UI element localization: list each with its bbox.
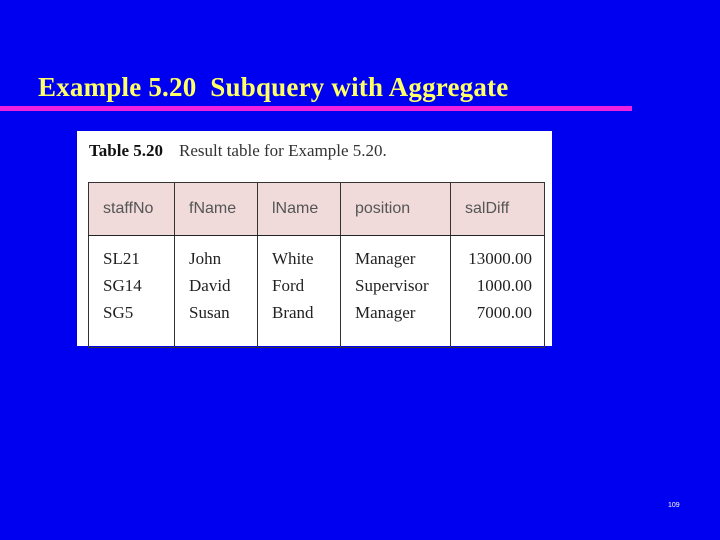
table-cell: White xyxy=(272,249,314,268)
column-header-fname: fName xyxy=(174,182,258,236)
table-cell: Brand xyxy=(272,303,314,322)
table-cell: SG14 xyxy=(103,276,142,295)
column-header-position: position xyxy=(340,182,451,236)
table-cell: Supervisor xyxy=(355,276,429,295)
page-number: 109 xyxy=(668,502,680,509)
column-fname-values: John David Susan xyxy=(174,235,258,348)
table-cell: 13000.00 xyxy=(468,249,532,268)
column-saldiff-values: 13000.00 1000.00 7000.00 xyxy=(450,235,545,348)
column-header-lname: lName xyxy=(257,182,341,236)
table-cell: Manager xyxy=(355,249,416,268)
column-header-saldiff: salDiff xyxy=(450,182,545,236)
table-caption-label: Table 5.20 xyxy=(89,141,164,160)
column-staffno-values: SL21 SG14 SG5 xyxy=(88,235,175,348)
table-cell: Susan xyxy=(189,303,230,322)
table-cell: David xyxy=(189,276,231,295)
result-table-panel: Table 5.20 Result table for Example 5.20.… xyxy=(77,131,552,348)
column-lname-values: White Ford Brand xyxy=(257,235,341,348)
table-caption: Table 5.20 Result table for Example 5.20. xyxy=(89,141,387,161)
table-cell: Manager xyxy=(355,303,416,322)
result-table: staffNo fName lName position salDiff SL2… xyxy=(88,182,545,348)
table-cell: Ford xyxy=(272,276,305,295)
column-header-staffno: staffNo xyxy=(88,182,175,236)
column-position-values: Manager Supervisor Manager xyxy=(340,235,451,348)
table-cell: 7000.00 xyxy=(476,303,532,322)
title-underline xyxy=(0,106,632,111)
table-cell: John xyxy=(189,249,222,268)
slide-title: Example 5.20 Subquery with Aggregate xyxy=(38,72,509,102)
table-cell: SG5 xyxy=(103,303,134,322)
table-header-row: staffNo fName lName position salDiff xyxy=(88,182,545,236)
table-caption-text: Result table for Example 5.20. xyxy=(179,141,387,160)
table-cell: 1000.00 xyxy=(476,276,532,295)
table-cell: SL21 xyxy=(103,249,140,268)
table-body: SL21 SG14 SG5 John David Susan White For… xyxy=(88,235,545,348)
